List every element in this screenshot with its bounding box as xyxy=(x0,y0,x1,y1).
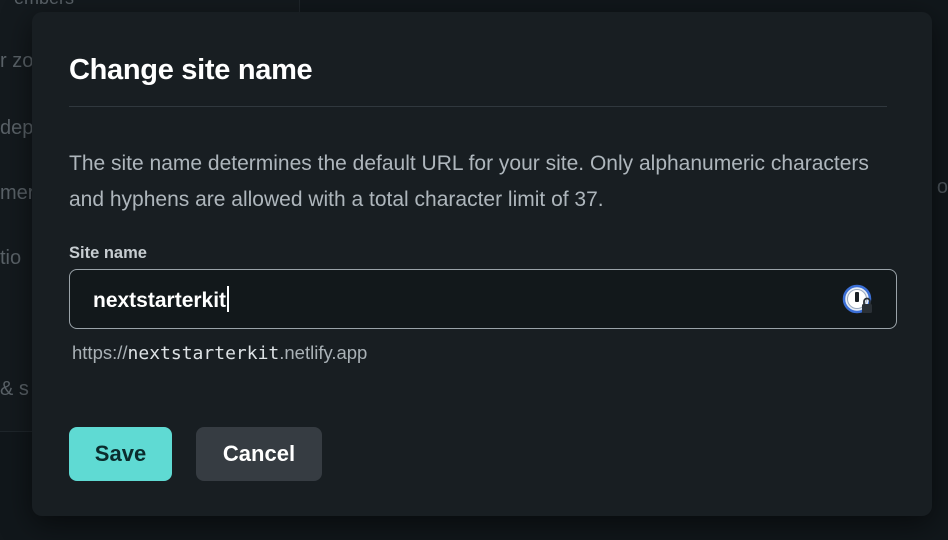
password-manager-icon[interactable] xyxy=(842,284,874,316)
bg-text-fragment-right: o xyxy=(936,176,948,198)
site-name-label: Site name xyxy=(69,244,147,262)
bg-text-fragment: mer xyxy=(0,182,35,204)
dialog-description: The site name determines the default URL… xyxy=(69,152,869,211)
bg-text-fragment: dep xyxy=(0,117,34,139)
cancel-button[interactable]: Cancel xyxy=(196,427,322,481)
change-site-name-dialog: Change site name The site name determine… xyxy=(32,12,932,516)
bg-text-fragment: embers xyxy=(14,0,74,9)
text-caret xyxy=(227,286,230,312)
bg-text-fragment: tio xyxy=(0,247,22,269)
site-url-preview: https://nextstarterkit.netlify.app xyxy=(72,342,367,364)
site-name-value[interactable]: nextstarterkit xyxy=(93,286,230,313)
bg-text-fragment: r zo xyxy=(0,50,34,72)
url-suffix: .netlify.app xyxy=(279,342,368,363)
bg-text-fragment: & s xyxy=(0,378,29,400)
dialog-title: Change site name xyxy=(69,54,313,86)
url-site-name: nextstarterkit xyxy=(127,343,280,364)
save-button[interactable]: Save xyxy=(69,427,172,481)
site-name-text: nextstarterkit xyxy=(93,289,227,312)
site-name-input[interactable]: nextstarterkit xyxy=(69,269,897,329)
url-prefix: https:// xyxy=(72,342,128,363)
title-divider xyxy=(69,106,887,107)
